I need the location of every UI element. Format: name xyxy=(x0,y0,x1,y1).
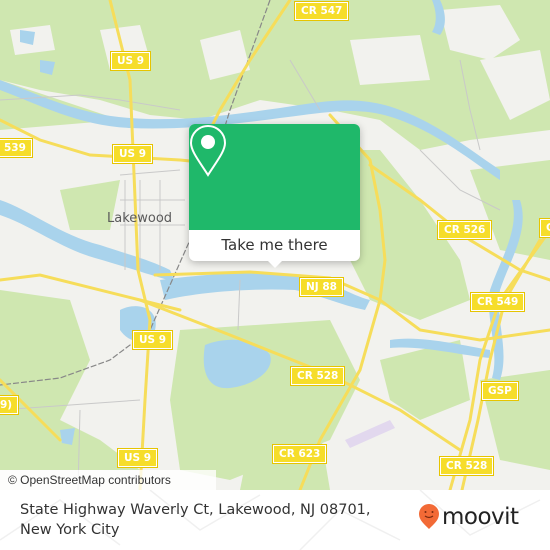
road-shield-cr528: CR 528 xyxy=(289,366,346,386)
location-popup: Take me there xyxy=(189,124,360,268)
road-shield-us9: US 9 xyxy=(109,51,152,71)
road-shield-cr539: 539 xyxy=(0,138,33,158)
popup-pointer xyxy=(267,260,283,268)
road-shield-cr547: CR 547 xyxy=(293,1,350,21)
moovit-logo[interactable]: moovit xyxy=(418,503,519,530)
road-shield-cr528: CR 528 xyxy=(438,456,495,476)
moovit-wordmark: moovit xyxy=(442,503,519,530)
moovit-pin-icon xyxy=(419,504,439,529)
road-shield-cr549: CR 549 xyxy=(469,292,526,312)
road-shield-nj88: NJ 88 xyxy=(299,277,344,297)
road-shield-us9: US 9 xyxy=(116,448,159,468)
road-shield-cr526: CR 526 xyxy=(436,220,493,240)
take-me-there-button[interactable]: Take me there xyxy=(189,230,360,261)
road-shield-us9: US 9 xyxy=(131,330,174,350)
map-attribution[interactable]: © OpenStreetMap contributors xyxy=(0,470,216,490)
road-shield-partial-right: C xyxy=(539,218,550,238)
road-shield-gsp: GSP xyxy=(481,381,519,401)
address-line-2: New York City xyxy=(20,522,120,538)
address-line-1: State Highway Waverly Ct, Lakewood, NJ 0… xyxy=(20,502,371,518)
industrial-area xyxy=(345,420,395,448)
place-label-lakewood: Lakewood xyxy=(107,211,173,226)
map[interactable]: Lakewood CR 547 US 9 539 US 9 CR 526 NJ … xyxy=(0,0,550,490)
road-shield-partial-left: 9) xyxy=(0,395,20,415)
map-pin-icon xyxy=(189,124,227,177)
address: State Highway Waverly Ct, Lakewood, NJ 0… xyxy=(20,500,410,540)
popup-header xyxy=(189,124,360,230)
road-shield-cr623: CR 623 xyxy=(271,444,328,464)
road-shield-us9: US 9 xyxy=(111,144,154,164)
